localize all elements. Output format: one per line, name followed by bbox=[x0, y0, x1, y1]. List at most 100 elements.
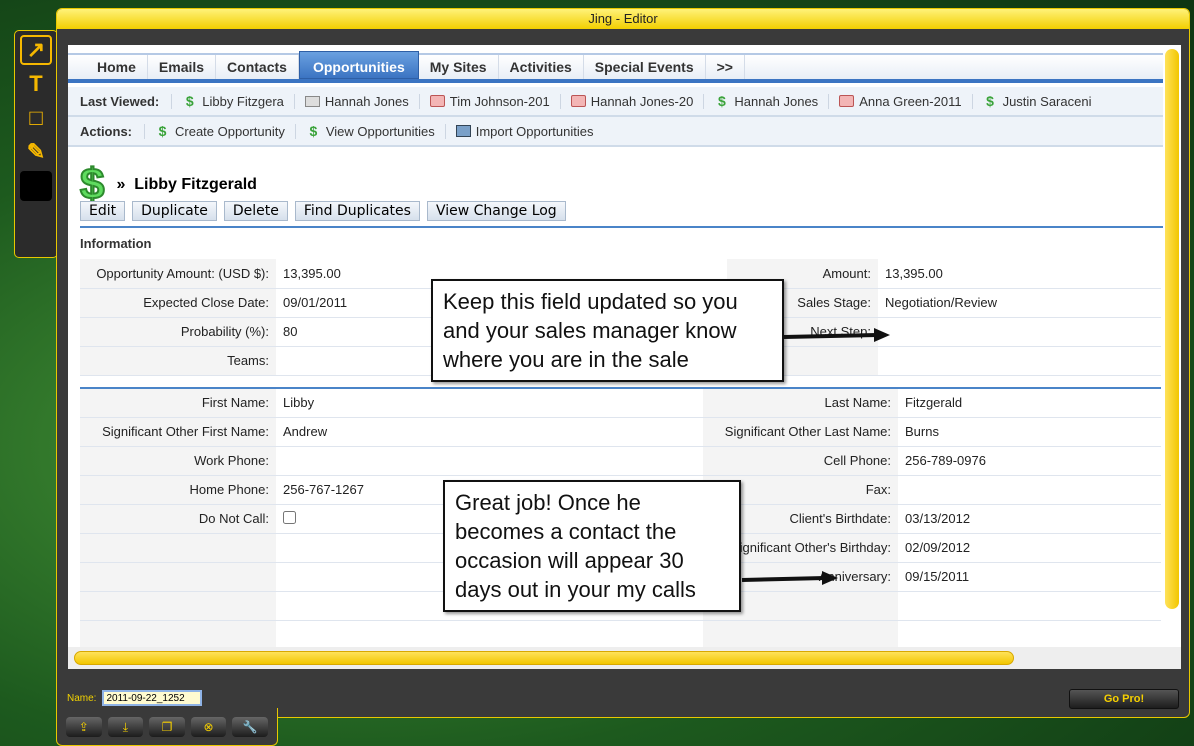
find-duplicates-button[interactable]: Find Duplicates bbox=[294, 201, 420, 221]
field-value: 256-789-0976 bbox=[898, 446, 1161, 476]
do-not-call-checkbox[interactable] bbox=[283, 510, 296, 524]
table-row: Significant Other First Name: Andrew Signi… bbox=[80, 417, 1161, 447]
name-field-group: Name: bbox=[67, 690, 203, 706]
view-change-log-button[interactable]: View Change Log bbox=[426, 201, 566, 221]
name-label: Name: bbox=[67, 692, 97, 704]
last-viewed-bar: Last Viewed: $ Libby Fitzgera Hannah Jones T… bbox=[68, 87, 1163, 117]
callout-anniversary: Great job! Once he becomes a contact the… bbox=[443, 480, 741, 612]
field-label: First Name: bbox=[80, 388, 276, 418]
main-tabs: Home Emails Contacts Opportunities My Sites A… bbox=[68, 51, 1163, 83]
last-viewed-item[interactable]: $ Hannah Jones bbox=[703, 93, 828, 109]
last-viewed-item[interactable]: Hannah Jones-20 bbox=[559, 93, 704, 109]
tab-activities[interactable]: Activities bbox=[499, 55, 584, 79]
field-value: 03/13/2012 bbox=[898, 504, 1161, 534]
field-label: Cell Phone: bbox=[703, 446, 898, 476]
field-value bbox=[898, 591, 1161, 621]
delete-button[interactable]: Delete bbox=[223, 201, 288, 221]
field-value: Libby bbox=[276, 388, 703, 418]
record-title: » Libby Fitzgerald bbox=[116, 176, 256, 194]
record-name: Libby Fitzgerald bbox=[134, 176, 257, 193]
actions-item[interactable]: Import Opportunities bbox=[444, 123, 604, 139]
save-button[interactable]: ⤓ bbox=[107, 717, 144, 737]
field-value: Fitzgerald bbox=[898, 388, 1161, 418]
rectangle-icon[interactable]: □ bbox=[20, 103, 52, 133]
item-label: Hannah Jones-20 bbox=[590, 93, 694, 109]
field-value: Negotiation/Review bbox=[878, 288, 1161, 318]
field-label: Do Not Call: bbox=[80, 504, 276, 534]
field-value: Andrew bbox=[276, 417, 703, 447]
calendar-icon bbox=[429, 95, 445, 107]
last-viewed-item[interactable]: Hannah Jones bbox=[293, 93, 419, 109]
field-label bbox=[80, 533, 276, 563]
wrench-button[interactable]: 🔧 bbox=[232, 717, 268, 737]
tab-my-sites[interactable]: My Sites bbox=[419, 55, 499, 79]
field-value: 02/09/2012 bbox=[898, 533, 1161, 563]
cancel-button[interactable]: ⊗ bbox=[190, 717, 227, 737]
horizontal-scroll-track[interactable] bbox=[68, 647, 1181, 669]
dollar-plus-icon: $ bbox=[158, 123, 167, 139]
arrow-icon bbox=[783, 328, 890, 342]
tab-special-events[interactable]: Special Events bbox=[584, 55, 706, 79]
dollar-icon: $ bbox=[309, 123, 318, 139]
name-input[interactable] bbox=[102, 690, 203, 706]
field-label: Last Name: bbox=[703, 388, 898, 418]
item-label: Hannah Jones bbox=[734, 93, 819, 109]
last-viewed-item[interactable]: $ Justin Saraceni bbox=[971, 93, 1102, 109]
item-label: Tim Johnson-201 bbox=[449, 93, 550, 109]
table-row: Work Phone: Cell Phone: 256-789-0976 bbox=[80, 446, 1161, 476]
tab-contacts[interactable]: Contacts bbox=[216, 55, 299, 79]
item-label: Hannah Jones bbox=[324, 93, 409, 109]
field-value bbox=[878, 317, 1161, 347]
tab--[interactable]: >> bbox=[706, 55, 745, 79]
last-viewed-item[interactable]: $ Libby Fitzgera bbox=[171, 93, 294, 109]
arrow-icon[interactable]: ↗ bbox=[20, 35, 52, 65]
share-button[interactable]: ⇪ bbox=[66, 717, 102, 737]
field-label: Work Phone: bbox=[80, 446, 276, 476]
text-icon[interactable]: T bbox=[20, 69, 52, 99]
last-viewed-item[interactable]: Anna Green-2011 bbox=[828, 93, 971, 109]
field-label: Significant Other Last Name: bbox=[703, 417, 898, 447]
table-row: First Name: Libby Last Name: Fitzgerald bbox=[80, 388, 1161, 418]
color-swatch[interactable] bbox=[20, 171, 52, 201]
item-label: Justin Saraceni bbox=[1002, 93, 1092, 109]
field-label: Expected Close Date: bbox=[80, 288, 276, 318]
actions-label: Actions: bbox=[80, 123, 132, 139]
tab-opportunities[interactable]: Opportunities bbox=[298, 51, 419, 79]
actions-item[interactable]: $ Create Opportunity bbox=[144, 123, 295, 139]
item-label: Anna Green-2011 bbox=[859, 93, 962, 109]
field-value: 13,395.00 bbox=[878, 259, 1161, 289]
arrow-icon bbox=[741, 571, 838, 585]
dollar-icon: $ bbox=[986, 93, 994, 109]
field-value bbox=[898, 475, 1161, 505]
table-row bbox=[80, 620, 1161, 650]
jing-editor-window: Jing - Editor Home Emails Contacts Opportun… bbox=[56, 8, 1190, 718]
field-value bbox=[878, 346, 1161, 376]
last-viewed-item[interactable]: Tim Johnson-201 bbox=[418, 93, 560, 109]
dollar-icon: $ bbox=[185, 93, 194, 109]
go-pro-button[interactable]: Go Pro! bbox=[1069, 689, 1179, 709]
copy-button[interactable]: ❐ bbox=[149, 717, 185, 737]
highlighter-icon[interactable]: ✎ bbox=[20, 137, 52, 167]
tool-palette: ↗ T □ ✎ bbox=[14, 30, 58, 258]
horizontal-scrollbar[interactable] bbox=[74, 651, 1014, 665]
tab-emails[interactable]: Emails bbox=[148, 55, 217, 79]
last-viewed-label: Last Viewed: bbox=[80, 93, 160, 109]
edit-button[interactable]: Edit bbox=[80, 201, 126, 221]
item-label: Import Opportunities bbox=[475, 123, 594, 139]
field-value: 09/15/2011 bbox=[898, 562, 1161, 592]
callout-next-step: Keep this field updated so you and your … bbox=[431, 279, 784, 382]
tab-home[interactable]: Home bbox=[86, 55, 148, 79]
duplicate-button[interactable]: Duplicate bbox=[132, 201, 217, 221]
item-label: Libby Fitzgera bbox=[202, 93, 284, 109]
item-label: View Opportunities bbox=[325, 123, 435, 139]
item-label: Create Opportunity bbox=[175, 123, 285, 139]
field-label: Probability (%): bbox=[80, 317, 276, 347]
field-value bbox=[898, 620, 1161, 650]
field-value: Burns bbox=[898, 417, 1161, 447]
field-label: Significant Other First Name: bbox=[80, 417, 276, 447]
field-label bbox=[703, 620, 898, 650]
action-tray: ⇪ ⤓ ❐ ⊗ 🔧 bbox=[56, 708, 278, 746]
field-label: Teams: bbox=[80, 346, 276, 376]
vertical-scrollbar[interactable] bbox=[1165, 49, 1179, 609]
actions-item[interactable]: $ View Opportunities bbox=[294, 123, 445, 139]
